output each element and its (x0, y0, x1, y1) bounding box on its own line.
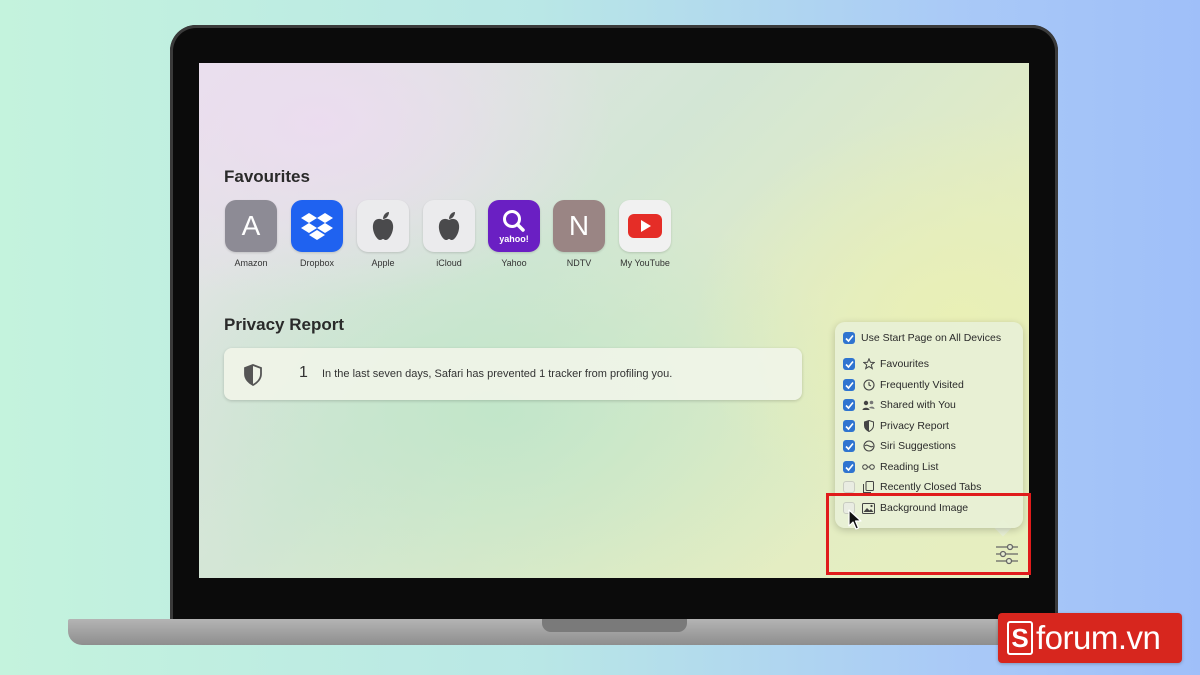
favourite-yahoo[interactable]: yahoo! Yahoo (484, 200, 544, 269)
favourite-dropbox[interactable]: Dropbox (287, 200, 347, 269)
people-icon (862, 399, 875, 412)
option-label: Shared with You (880, 399, 956, 411)
checkbox-checked[interactable] (843, 420, 855, 432)
favourite-label: Dropbox (299, 258, 335, 268)
privacy-report-text: In the last seven days, Safari has preve… (322, 368, 673, 380)
apple-icon (423, 200, 475, 252)
checkbox-checked[interactable] (843, 399, 855, 411)
favourite-label: NDTV (566, 258, 592, 268)
option-shared-with-you[interactable]: Shared with You (843, 397, 956, 413)
yahoo-wordmark: yahoo! (499, 233, 529, 244)
sforum-s-mark: S (1007, 621, 1033, 655)
siri-icon (862, 440, 875, 453)
favourite-apple[interactable]: Apple (353, 200, 413, 269)
option-favourites[interactable]: Favourites (843, 356, 929, 372)
option-label: Privacy Report (880, 420, 949, 432)
checkbox-checked[interactable] (843, 332, 855, 344)
favourite-label: Yahoo (501, 258, 527, 268)
checkbox-unchecked[interactable] (843, 481, 855, 493)
option-label: Frequently Visited (880, 379, 964, 391)
favourite-amazon[interactable]: A Amazon (221, 200, 281, 269)
favourites-title: Favourites (224, 167, 310, 186)
youtube-icon (619, 200, 671, 252)
checkbox-checked[interactable] (843, 379, 855, 391)
favourite-my-youtube[interactable]: My YouTube (615, 200, 675, 269)
sforum-wordmark: forum.vn (1036, 619, 1161, 656)
privacy-report-card[interactable]: 1 In the last seven days, Safari has pre… (224, 348, 802, 400)
favourite-label: iCloud (436, 258, 462, 268)
checkbox-checked[interactable] (843, 358, 855, 370)
clock-icon (862, 379, 875, 392)
shield-icon (862, 420, 875, 433)
shield-icon (244, 364, 262, 391)
option-label: Favourites (880, 358, 930, 370)
glasses-icon (862, 461, 875, 474)
favourite-ndtv[interactable]: N NDTV (549, 200, 609, 269)
option-siri-suggestions[interactable]: Siri Suggestions (843, 438, 956, 454)
highlight-box (826, 493, 1031, 575)
tabs-icon (862, 481, 875, 494)
yahoo-icon: yahoo! (488, 200, 540, 252)
privacy-tracker-count: 1 (299, 364, 308, 381)
favourite-label: Apple (371, 258, 395, 268)
option-reading-list[interactable]: Reading List (843, 459, 938, 475)
option-privacy-report[interactable]: Privacy Report (843, 418, 949, 434)
option-use-start-page-all-devices[interactable]: Use Start Page on All Devices (843, 330, 1001, 346)
option-label: Use Start Page on All Devices (861, 332, 1002, 344)
sforum-logo: S forum.vn (998, 613, 1182, 663)
favourite-label: My YouTube (620, 258, 670, 268)
option-label: Recently Closed Tabs (880, 481, 982, 493)
star-icon (862, 358, 875, 371)
favourite-icloud[interactable]: iCloud (419, 200, 479, 269)
checkbox-checked[interactable] (843, 440, 855, 452)
favourite-label: Amazon (234, 258, 268, 268)
apple-icon (357, 200, 409, 252)
dropbox-icon (291, 200, 343, 252)
option-frequently-visited[interactable]: Frequently Visited (843, 377, 964, 393)
checkbox-checked[interactable] (843, 461, 855, 473)
option-label: Reading List (880, 461, 939, 473)
mouse-cursor-icon (848, 509, 862, 531)
option-label: Siri Suggestions (880, 440, 956, 452)
letter-tile-icon: N (553, 200, 605, 252)
privacy-report-title: Privacy Report (224, 315, 344, 334)
letter-tile-icon: A (225, 200, 277, 252)
laptop-notch (542, 619, 687, 632)
